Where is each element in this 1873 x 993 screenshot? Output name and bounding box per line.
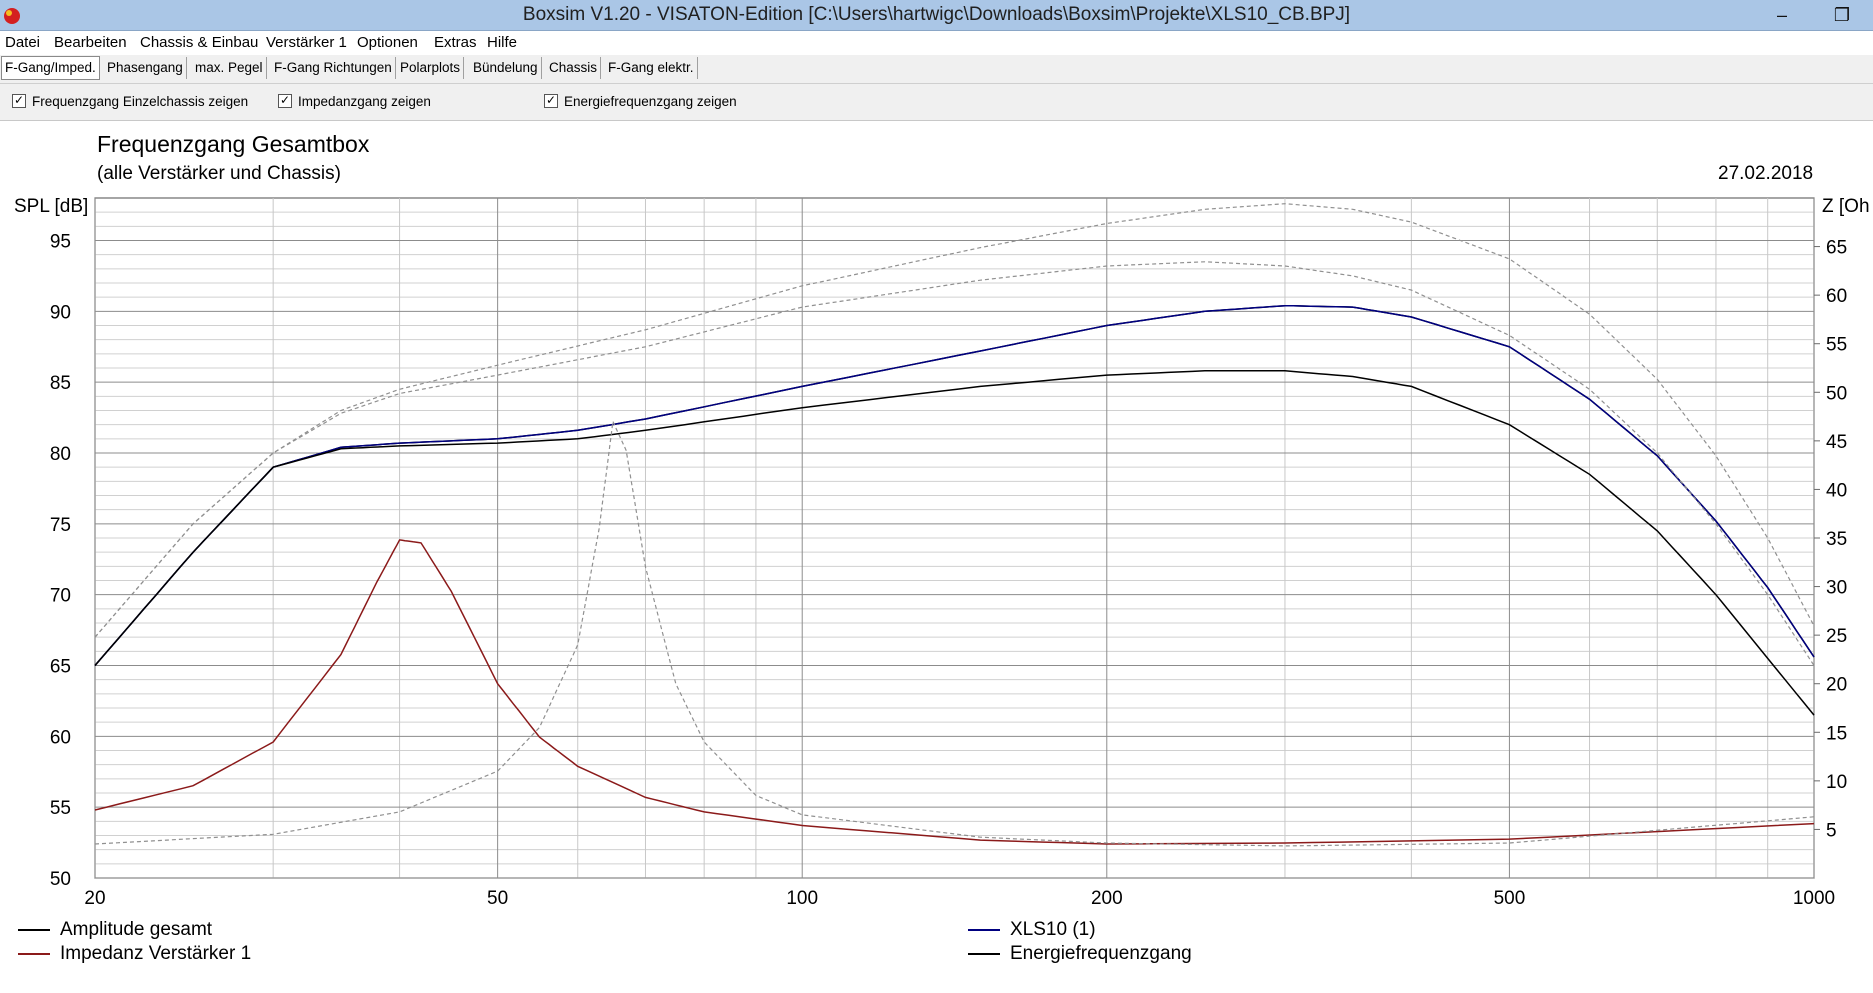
y2-tick-label: 45 xyxy=(1826,432,1847,453)
menu-datei[interactable]: Datei xyxy=(3,32,42,54)
y-tick-label: 95 xyxy=(50,232,71,253)
y2-tick-label: 60 xyxy=(1826,286,1847,307)
option-label: Impedanzgang zeigen xyxy=(298,94,431,109)
y2-tick-label: 10 xyxy=(1826,772,1847,793)
tab-phasengang[interactable]: Phasengang xyxy=(104,57,187,79)
y-tick-label: 75 xyxy=(50,515,71,536)
legend-swatch xyxy=(968,928,1000,931)
option-label: Frequenzgang Einzelchassis zeigen xyxy=(32,94,249,109)
y-tick-label: 50 xyxy=(50,869,71,890)
tab-bar: F-Gang/Imped. Phasengang max. Pegel F-Ga… xyxy=(0,55,1873,84)
option-label: Energiefrequenzgang zeigen xyxy=(564,94,737,109)
tab-max-pegel[interactable]: max. Pegel xyxy=(192,57,267,79)
tab-f-gang-imped[interactable]: F-Gang/Imped. xyxy=(1,56,100,80)
x-tick-label: 1000 xyxy=(1793,888,1835,909)
legend-label: Energiefrequenzgang xyxy=(1010,943,1192,964)
legend-item-amplitude-gesamt: Amplitude gesamt xyxy=(18,918,212,942)
frequency-response-chart: 50 55 60 65 70 75 80 85 90 95 20 50 100 200 500 1000 5 10… xyxy=(50,197,1847,909)
y-tick-label: 90 xyxy=(50,302,71,323)
y2-tick-label: 30 xyxy=(1826,578,1847,599)
legend-swatch xyxy=(968,952,1000,955)
window-title: Boxsim V1.20 - VISATON-Edition [C:\Users… xyxy=(522,4,1351,25)
y2-tick-label: 20 xyxy=(1826,675,1847,696)
x-tick-label: 100 xyxy=(786,888,818,909)
x-tick-label: 200 xyxy=(1091,888,1123,909)
y-tick-label: 55 xyxy=(50,798,71,819)
option-frequenzgang-einzelchassis[interactable]: ✓ Frequenzgang Einzelchassis zeigen xyxy=(12,92,248,112)
y-tick-label: 60 xyxy=(50,727,71,748)
x-tick-label: 50 xyxy=(487,888,508,909)
y2-tick-label: 55 xyxy=(1826,335,1847,356)
chart-area: Frequenzgang Gesamtbox (alle Verstärker … xyxy=(0,121,1873,993)
menu-verstaerker-1[interactable]: Verstärker 1 xyxy=(264,32,349,54)
tab-buendelung[interactable]: Bündelung xyxy=(470,57,542,79)
checkbox-impedanzgang[interactable]: ✓ xyxy=(278,94,292,109)
title-bar: Boxsim V1.20 - VISATON-Edition [C:\Users… xyxy=(0,0,1873,31)
y2-tick-label: 15 xyxy=(1826,723,1847,744)
tab-polarplots[interactable]: Polarplots xyxy=(397,57,465,79)
option-impedanzgang[interactable]: ✓ Impedanzgang zeigen xyxy=(278,92,431,112)
y-tick-label: 80 xyxy=(50,444,71,465)
y2-tick-label: 5 xyxy=(1826,820,1837,841)
legend-item-xls10: XLS10 (1) xyxy=(968,918,1096,942)
minimize-button[interactable]: – xyxy=(1762,2,1802,28)
legend-label: XLS10 (1) xyxy=(1010,919,1096,940)
tab-chassis[interactable]: Chassis xyxy=(546,57,602,79)
y-tick-label: 65 xyxy=(50,657,71,678)
y2-tick-label: 40 xyxy=(1826,480,1847,501)
x-tick-label: 500 xyxy=(1494,888,1526,909)
y2-tick-label: 25 xyxy=(1826,626,1847,647)
y2-tick-label: 65 xyxy=(1826,238,1847,259)
y2-tick-label: 50 xyxy=(1826,383,1847,404)
y2-tick-label: 35 xyxy=(1826,529,1847,550)
tab-f-gang-elektr[interactable]: F-Gang elektr. xyxy=(605,57,698,79)
checkbox-energiefrequenzgang[interactable]: ✓ xyxy=(544,94,558,109)
menu-chassis-einbau[interactable]: Chassis & Einbau xyxy=(138,32,260,54)
legend-item-impedanz: Impedanz Verstärker 1 xyxy=(18,942,251,966)
legend-label: Amplitude gesamt xyxy=(60,919,213,940)
menu-hilfe[interactable]: Hilfe xyxy=(485,32,519,54)
y-tick-label: 85 xyxy=(50,373,71,394)
restore-button[interactable]: ❐ xyxy=(1822,2,1862,28)
checkbox-frequenzgang-einzelchassis[interactable]: ✓ xyxy=(12,94,26,109)
x-tick-label: 20 xyxy=(84,888,105,909)
tab-f-gang-richtungen[interactable]: F-Gang Richtungen xyxy=(271,57,396,79)
legend-swatch xyxy=(18,952,50,955)
menu-bearbeiten[interactable]: Bearbeiten xyxy=(52,32,129,54)
y-tick-label: 70 xyxy=(50,586,71,607)
menu-bar: Datei Bearbeiten Chassis & Einbau Verstä… xyxy=(0,31,1873,55)
menu-optionen[interactable]: Optionen xyxy=(355,32,420,54)
option-energiefrequenzgang[interactable]: ✓ Energiefrequenzgang zeigen xyxy=(544,92,737,112)
legend-label: Impedanz Verstärker 1 xyxy=(60,943,252,964)
option-bar: ✓ Frequenzgang Einzelchassis zeigen ✓ Impe… xyxy=(0,84,1873,121)
legend-item-energiefrequenzgang: Energiefrequenzgang xyxy=(968,942,1192,966)
legend-swatch xyxy=(18,928,50,931)
menu-extras[interactable]: Extras xyxy=(432,32,479,54)
